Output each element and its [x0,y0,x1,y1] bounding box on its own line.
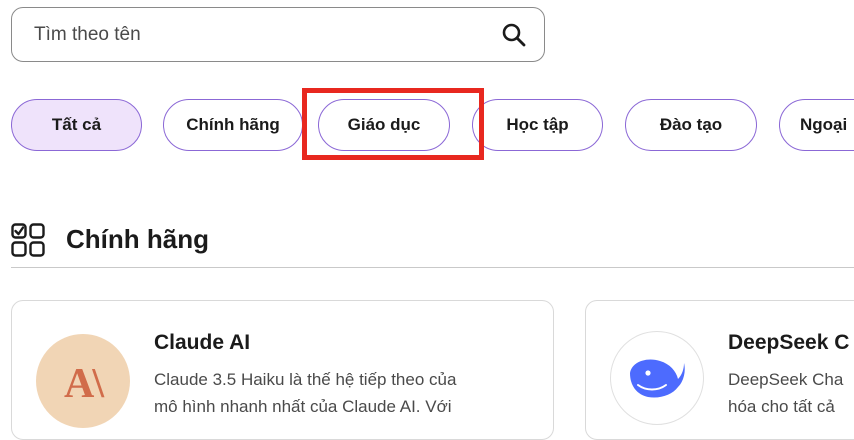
filter-chip-all[interactable]: Tất cả [11,99,142,151]
card-title: Claude AI [154,331,251,354]
section-title: Chính hãng [66,224,209,254]
claude-logo-text: A\ [64,361,104,407]
filter-chip-training[interactable]: Đào tạo [625,99,757,151]
filter-chip-education[interactable]: Giáo dục [318,99,450,151]
claude-logo-icon: A\ [36,334,130,428]
card-description-line: mô hình nhanh nhất của Claude AI. Với [154,397,452,416]
card-description-line: hóa cho tất cả [728,397,835,416]
grid-check-icon [11,223,45,257]
card-description-line: Claude 3.5 Haiku là thế hệ tiếp theo của [154,370,457,389]
filter-chip-study[interactable]: Học tập [472,99,603,151]
whale-icon [610,331,704,425]
filter-chip-foreign[interactable]: Ngoại [779,99,854,151]
filter-chip-genuine[interactable]: Chính hãng [163,99,303,151]
card-description-line: DeepSeek Cha [728,370,844,389]
app-card-deepseek[interactable]: DeepSeek C DeepSeek Cha hóa cho tất cả [585,300,854,440]
card-title: DeepSeek C [728,331,850,354]
search-input[interactable] [32,22,500,47]
filter-chip-clip: Ngoại [776,95,854,155]
app-card-claude[interactable]: A\ Claude AI Claude 3.5 Haiku là thế hệ … [11,300,554,440]
search-bar[interactable] [11,7,545,62]
search-icon[interactable] [500,21,528,49]
section-divider [11,267,854,268]
